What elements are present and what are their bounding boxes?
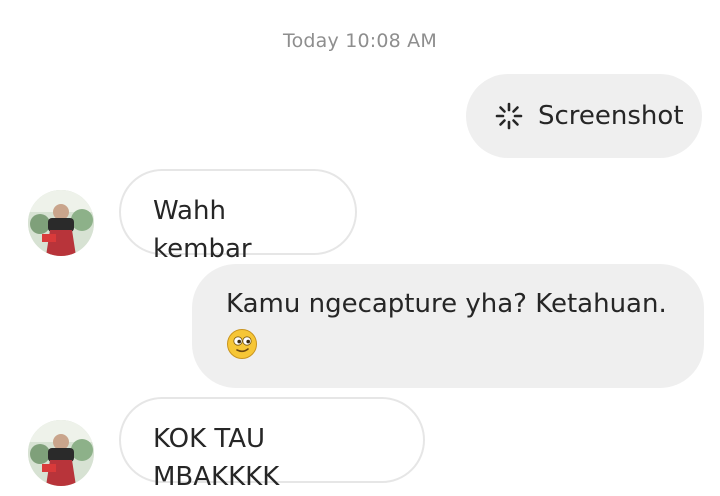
avatar[interactable] — [28, 190, 94, 256]
smirk-face-emoji — [226, 328, 258, 372]
message-bubble-received[interactable]: Wahh kembar — [119, 169, 357, 264]
message-text: Wahh kembar — [153, 196, 252, 264]
message-bubble-sent-screenshot[interactable]: Screenshot — [466, 74, 702, 158]
message-bubble-received[interactable]: KOK TAU MBAKKKK — [119, 397, 425, 492]
message-timestamp: Today 10:08 AM — [283, 30, 437, 52]
loading-spinner-icon — [494, 101, 524, 131]
message-text: Kamu ngecapture yha? Ketahuan. — [226, 289, 667, 319]
message-bubble-sent[interactable]: Kamu ngecapture yha? Ketahuan. — [192, 264, 704, 388]
avatar[interactable] — [28, 420, 94, 486]
attachment-label: Screenshot — [538, 101, 684, 131]
message-text: KOK TAU MBAKKKK — [153, 424, 280, 492]
